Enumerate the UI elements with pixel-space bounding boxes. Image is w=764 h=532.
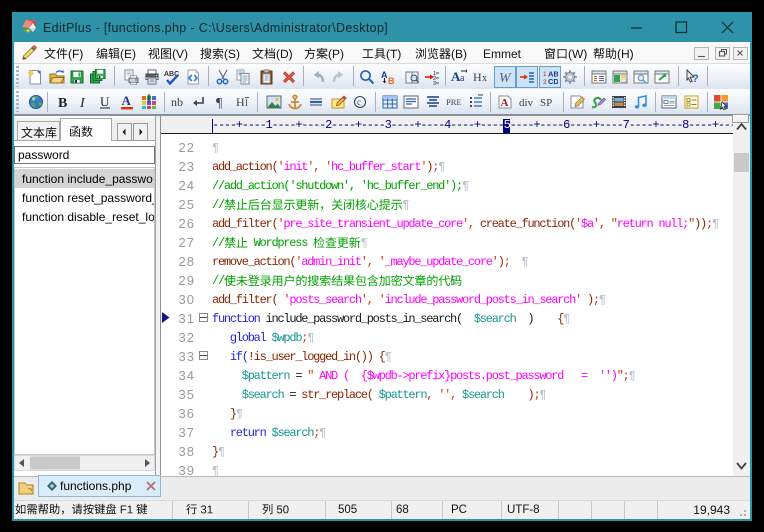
svg-text:x: x xyxy=(482,73,487,84)
svg-text:CD: CD xyxy=(548,77,558,85)
svg-text:div: div xyxy=(519,97,534,109)
svg-text:W: W xyxy=(499,71,512,85)
svg-text:1: 1 xyxy=(543,71,547,78)
svg-text:H: H xyxy=(473,70,482,84)
svg-text:A: A xyxy=(501,97,509,109)
svg-text:3: 3 xyxy=(433,81,436,85)
svg-text:SP: SP xyxy=(540,97,552,109)
svg-text:?: ? xyxy=(692,73,699,85)
svg-text:B: B xyxy=(388,76,395,85)
svg-text:PRE: PRE xyxy=(446,97,462,107)
svg-text:2: 2 xyxy=(543,79,547,85)
svg-text:I: I xyxy=(245,98,248,108)
svg-text:nb: nb xyxy=(171,95,183,109)
svg-text:B: B xyxy=(58,96,67,110)
svg-text:¶: ¶ xyxy=(216,96,223,110)
svg-text:H: H xyxy=(236,95,245,109)
svg-text:A: A xyxy=(122,94,132,108)
svg-text:c: c xyxy=(357,97,361,107)
svg-text:I: I xyxy=(79,96,86,110)
svg-text:U: U xyxy=(100,94,110,109)
svg-text:a: a xyxy=(460,73,465,84)
